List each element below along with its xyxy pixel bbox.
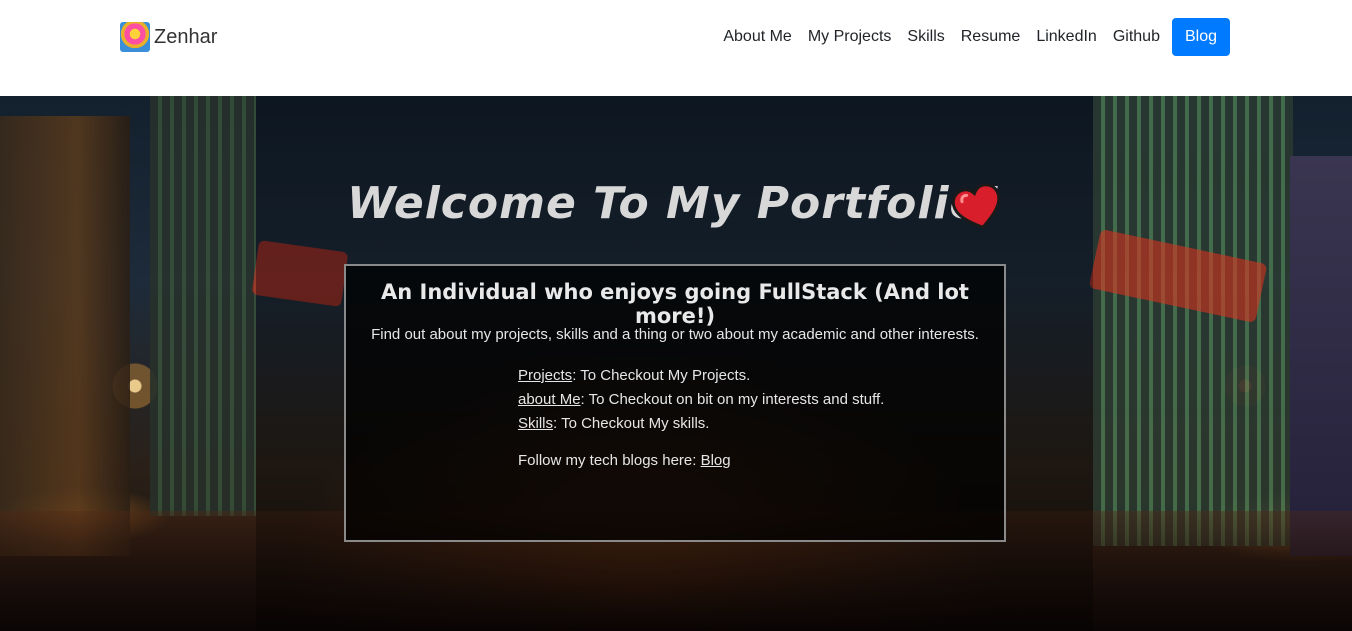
- nav-blog-button[interactable]: Blog: [1171, 18, 1230, 56]
- blog-prefix: Follow my tech blogs here:: [518, 452, 701, 469]
- intro-links: Projects: To Checkout My Projects. about…: [518, 364, 884, 436]
- projects-link[interactable]: Projects: [518, 367, 572, 384]
- background-building: [0, 116, 130, 556]
- nav-about-me[interactable]: About Me: [715, 18, 799, 56]
- hero-title: Welcome To My Portfolio!: [347, 178, 1002, 229]
- nav-links: About Me My Projects Skills Resume Linke…: [715, 18, 1230, 56]
- list-item: Skills: To Checkout My skills.: [518, 412, 884, 436]
- list-item: about Me: To Checkout on bit on my inter…: [518, 388, 884, 412]
- background-building: [150, 96, 256, 516]
- hero-title-wrap: Welcome To My Portfolio!: [256, 178, 1093, 230]
- about-me-link-description: : To Checkout on bit on my interests and…: [580, 391, 885, 408]
- intro-subtitle: Find out about my projects, skills and a…: [371, 326, 979, 343]
- background-building: [1093, 96, 1293, 546]
- hero-section: Welcome To My Portfolio! An Individual w…: [0, 96, 1352, 631]
- blog-line: Follow my tech blogs here: Blog: [518, 452, 731, 469]
- nav-resume[interactable]: Resume: [953, 18, 1029, 56]
- skills-link-description: : To Checkout My skills.: [553, 415, 710, 432]
- intro-card: An Individual who enjoys going FullStack…: [344, 264, 1006, 542]
- navbar: Zenhar About Me My Projects Skills Resum…: [0, 0, 1352, 96]
- brand-name: Zenhar: [154, 25, 218, 48]
- intro-heading: An Individual who enjoys going FullStack…: [381, 280, 969, 328]
- brand-logo-icon: [120, 22, 150, 52]
- heart-icon: [952, 184, 1001, 230]
- background-building: [1290, 156, 1352, 556]
- nav-my-projects[interactable]: My Projects: [800, 18, 900, 56]
- projects-link-description: : To Checkout My Projects.: [572, 367, 751, 384]
- list-item: Projects: To Checkout My Projects.: [518, 364, 884, 388]
- blog-link[interactable]: Blog: [701, 452, 731, 469]
- about-me-link[interactable]: about Me: [518, 391, 581, 408]
- nav-linkedin[interactable]: LinkedIn: [1028, 18, 1105, 56]
- brand-link[interactable]: Zenhar: [120, 22, 217, 52]
- nav-skills[interactable]: Skills: [899, 18, 952, 56]
- nav-github[interactable]: Github: [1105, 18, 1168, 56]
- skills-link[interactable]: Skills: [518, 415, 553, 432]
